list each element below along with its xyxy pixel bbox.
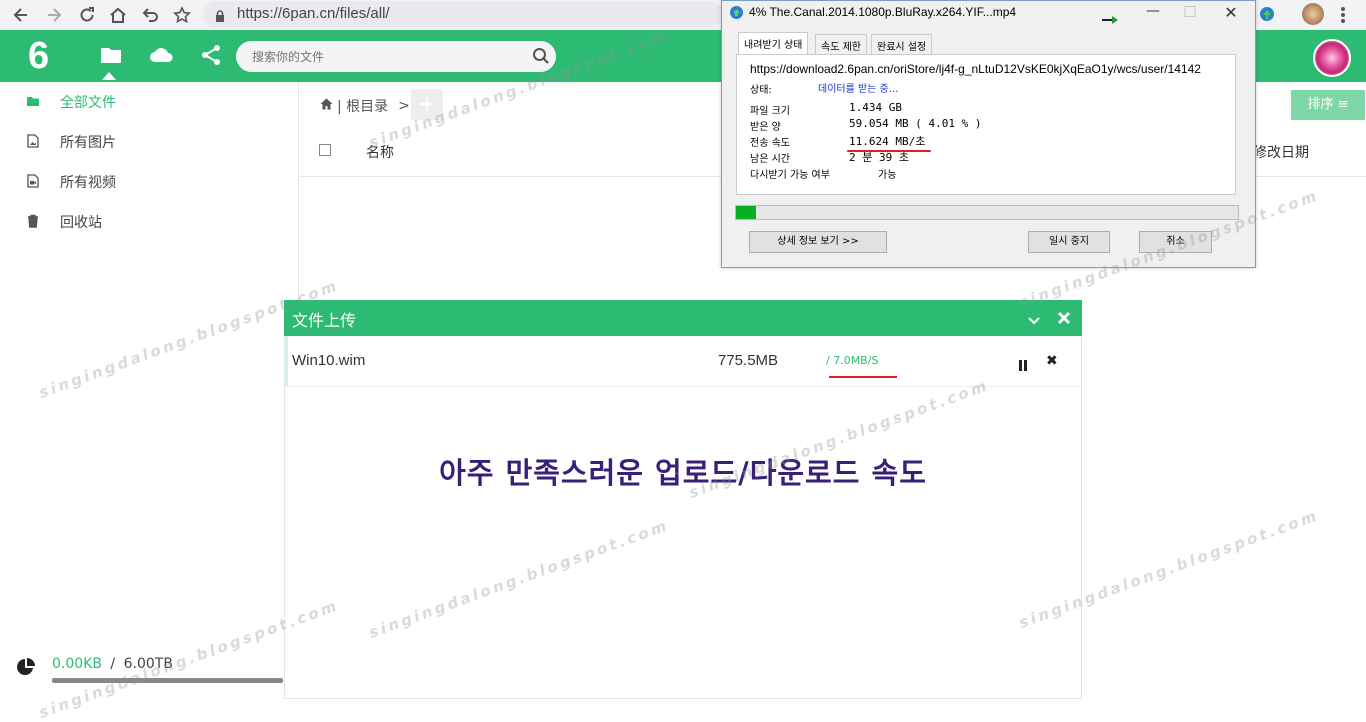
active-tab-indicator xyxy=(102,72,116,80)
sidebar-item-label: 回收站 xyxy=(60,215,102,231)
select-all-checkbox[interactable] xyxy=(319,144,331,156)
sidebar-item-label: 所有视频 xyxy=(60,175,116,191)
folder-icon[interactable] xyxy=(99,43,127,71)
column-header-name[interactable]: 名称 xyxy=(366,142,394,162)
status-value: 데이터를 받는 중... xyxy=(818,84,899,95)
pie-chart-icon xyxy=(16,657,36,681)
upload-panel-header xyxy=(284,300,1082,336)
tab-on-complete[interactable]: 완료시 설정 xyxy=(871,34,933,54)
cursor-arrow-icon xyxy=(1101,10,1119,29)
download-progress-bar xyxy=(735,205,1239,220)
received-label: 받은 양 xyxy=(750,122,781,133)
tab-download-status[interactable]: 내려받기 상태 xyxy=(738,32,809,54)
forward-arrow-icon[interactable] xyxy=(42,3,66,27)
user-avatar[interactable] xyxy=(1313,39,1351,77)
breadcrumb: | 根目录 > xyxy=(320,96,410,116)
storage-usage: 0.00KB / 6.00TB xyxy=(52,656,173,672)
extension-icon[interactable] xyxy=(1258,5,1276,27)
download-progress-fill xyxy=(736,206,756,219)
upload-file-name: Win10.wim xyxy=(292,352,366,369)
upload-speed: / 7.0MB/S xyxy=(826,354,879,367)
upload-row xyxy=(284,336,1082,387)
cloud-icon[interactable] xyxy=(148,43,176,71)
resume-capable-value: 가능 xyxy=(878,170,897,181)
download-window-title: 4% The.Canal.2014.1080p.BluRay.x264.YIF.… xyxy=(749,5,1017,19)
details-button[interactable]: 상세 정보 보기 >> xyxy=(749,231,887,253)
storage-total: 6.00TB xyxy=(123,656,173,672)
file-size-label: 파일 크기 xyxy=(750,106,790,117)
pause-icon[interactable] xyxy=(1018,356,1028,375)
home-icon[interactable] xyxy=(106,3,130,27)
download-url: https://download2.6pan.cn/oriStore/lj4f-… xyxy=(750,62,1201,76)
cancel-upload-icon[interactable]: ✖ xyxy=(1046,353,1058,369)
time-left-label: 남은 시간 xyxy=(750,154,790,165)
breadcrumb-separator: > xyxy=(398,98,410,114)
breadcrumb-root[interactable]: | 根目录 xyxy=(337,96,388,116)
time-left-value: 2 분 39 초 xyxy=(849,151,909,164)
app-logo[interactable]: 6 xyxy=(28,36,58,76)
image-file-icon xyxy=(26,134,42,150)
trash-icon xyxy=(26,214,42,230)
upload-file-size: 775.5MB xyxy=(718,352,779,369)
share-icon[interactable] xyxy=(199,43,227,71)
storage-separator: / xyxy=(110,656,116,672)
download-manager-icon xyxy=(729,5,744,20)
sidebar-item-images[interactable]: 所有图片 xyxy=(26,130,116,154)
pause-button[interactable]: 일시 중지 xyxy=(1028,231,1110,253)
collapse-chevron-icon[interactable] xyxy=(1027,311,1041,330)
minimize-button[interactable]: — xyxy=(1138,3,1168,19)
lock-icon xyxy=(215,8,225,27)
transfer-speed-label: 전송 속도 xyxy=(750,138,790,149)
caption-text: 아주 만족스러운 업로드/다운로드 속도 xyxy=(439,456,927,490)
bookmark-star-icon[interactable] xyxy=(170,3,194,27)
storage-progress-bar xyxy=(52,678,283,683)
video-file-icon xyxy=(26,174,42,190)
upload-speed-highlight xyxy=(829,376,897,378)
sort-button[interactable]: 排序 ≡ xyxy=(1291,90,1365,120)
file-size-value: 1.434 GB xyxy=(849,101,902,114)
undo-icon[interactable] xyxy=(138,3,162,27)
url-text[interactable]: https://6pan.cn/files/all/ xyxy=(237,5,390,22)
home-icon[interactable] xyxy=(320,98,333,114)
back-arrow-icon[interactable] xyxy=(9,3,33,27)
storage-used: 0.00KB xyxy=(52,656,102,672)
resume-capable-label: 다시받기 가능 여부 xyxy=(750,170,830,181)
close-panel-icon[interactable] xyxy=(1057,310,1071,329)
add-button[interactable]: + xyxy=(411,89,443,120)
transfer-speed-value: 11.624 MB/초 xyxy=(849,135,926,148)
reload-icon[interactable] xyxy=(75,3,99,27)
sidebar-item-label: 所有图片 xyxy=(60,135,116,151)
sort-label: 排序 xyxy=(1307,97,1334,112)
sidebar-item-label: 全部文件 xyxy=(60,95,116,111)
sidebar-item-trash[interactable]: 回收站 xyxy=(26,210,102,234)
folder-icon xyxy=(26,94,42,110)
sidebar-item-videos[interactable]: 所有视频 xyxy=(26,170,116,194)
profile-avatar[interactable] xyxy=(1302,3,1324,25)
cancel-button[interactable]: 취소 xyxy=(1139,231,1212,253)
sort-icon: ≡ xyxy=(1337,97,1349,112)
close-window-button[interactable]: ✕ xyxy=(1216,3,1246,22)
sidebar-item-all-files[interactable]: 全部文件 xyxy=(26,90,116,114)
maximize-button[interactable]: □ xyxy=(1175,3,1205,19)
upload-panel-title: 文件上传 xyxy=(292,311,357,330)
search-icon[interactable] xyxy=(532,47,550,69)
column-header-date[interactable]: 修改日期 xyxy=(1253,142,1309,162)
received-value: 59.054 MB ( 4.01 % ) xyxy=(849,117,982,130)
search-input[interactable] xyxy=(252,47,512,67)
menu-kebab-icon[interactable] xyxy=(1340,6,1346,28)
tab-speed-limit[interactable]: 속도 제한 xyxy=(815,34,867,54)
status-label: 상태: xyxy=(750,85,772,96)
